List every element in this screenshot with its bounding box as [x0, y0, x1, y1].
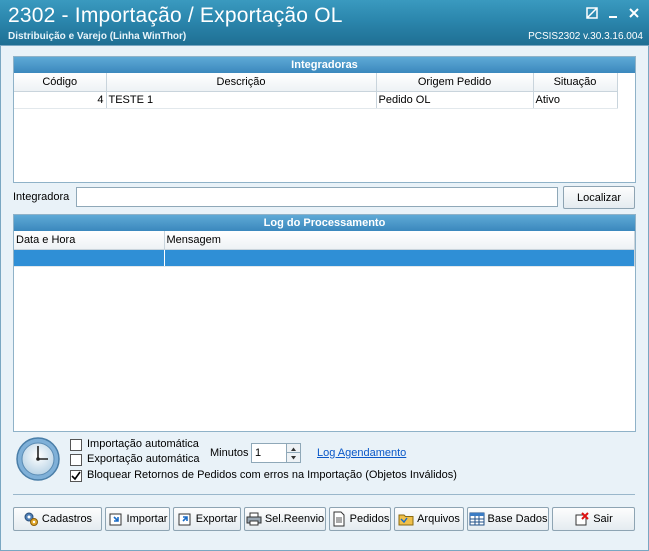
log-group: Log do Processamento Data e Hora Mensage… [13, 214, 636, 432]
pedidos-label: Pedidos [349, 513, 390, 525]
cell-codigo: 4 [14, 91, 107, 109]
importar-button[interactable]: Importar [105, 507, 170, 531]
minutes-value: 1 [255, 447, 262, 459]
export-icon [178, 513, 191, 526]
gears-icon [24, 512, 38, 526]
folder-icon [398, 514, 414, 526]
column-header-mensagem[interactable]: Mensagem [164, 231, 635, 250]
window-subtitle: Distribuição e Varejo (Linha WinThor) [8, 31, 187, 42]
integradora-label: Integradora [13, 191, 70, 203]
integradoras-group: Integradoras Código Descrição Origem Ped… [13, 56, 636, 183]
localizar-button[interactable]: Localizar [563, 186, 635, 209]
minutes-stepper[interactable]: 1 [251, 443, 301, 463]
window-title: 2302 - Importação / Exportação OL [8, 4, 343, 27]
minutes-label: Minutos [210, 447, 249, 459]
version-label: PCSIS2302 v.30.3.16.004 [528, 31, 643, 42]
stepper-down-icon[interactable] [286, 453, 300, 462]
cell-data-hora [14, 249, 165, 267]
log-table[interactable]: Data e Hora Mensagem [14, 231, 635, 267]
cell-mensagem [164, 249, 635, 267]
bottom-toolbar: Cadastros Importar Exportar Sel.Reenvio … [13, 507, 636, 533]
sel-reenvio-label: Sel.Reenvio [264, 513, 325, 525]
column-header-data-hora[interactable]: Data e Hora [14, 231, 165, 250]
exportar-label: Exportar [195, 513, 238, 525]
cell-origem: Pedido OL [376, 91, 534, 109]
importar-label: Importar [126, 513, 168, 525]
integradora-input[interactable] [76, 187, 558, 207]
exportar-button[interactable]: Exportar [173, 507, 241, 531]
cell-descricao: TESTE 1 [106, 91, 377, 109]
sair-button[interactable]: Sair [552, 507, 635, 531]
pedidos-button[interactable]: Pedidos [329, 507, 391, 531]
import-icon [109, 513, 122, 526]
column-header-filler [617, 73, 635, 91]
grid-icon [469, 512, 485, 526]
exit-icon [575, 512, 589, 526]
printer-icon [246, 512, 262, 526]
base-dados-button[interactable]: Base Dados [467, 507, 549, 531]
table-row-selected[interactable] [14, 249, 635, 267]
sel-reenvio-button[interactable]: Sel.Reenvio [244, 507, 326, 531]
document-icon [333, 511, 345, 527]
checkmark-icon [71, 471, 81, 481]
sair-label: Sair [593, 513, 613, 525]
block-returns-label: Bloquear Retornos de Pedidos com erros n… [87, 469, 457, 481]
column-header-situacao[interactable]: Situação [533, 73, 618, 92]
integradoras-table[interactable]: Código Descrição Origem Pedido Situação … [14, 73, 635, 109]
stepper-up-icon[interactable] [286, 444, 300, 453]
cadastros-button[interactable]: Cadastros [13, 507, 102, 531]
base-dados-label: Base Dados [487, 513, 548, 525]
restore-icon[interactable] [584, 7, 600, 23]
column-header-codigo[interactable]: Código [14, 73, 107, 92]
toolbar-divider [13, 494, 635, 495]
cell-situacao: Ativo [533, 91, 618, 109]
cell-filler [617, 91, 635, 108]
import-auto-checkbox[interactable] [70, 439, 82, 451]
export-auto-checkbox[interactable] [70, 454, 82, 466]
cadastros-label: Cadastros [41, 513, 93, 525]
window-titlebar: 2302 - Importação / Exportação OL Distri… [0, 0, 649, 45]
block-returns-checkbox[interactable] [70, 470, 82, 482]
column-header-origem[interactable]: Origem Pedido [376, 73, 534, 92]
minimize-icon[interactable] [605, 7, 621, 23]
log-agendamento-link[interactable]: Log Agendamento [317, 447, 406, 459]
arquivos-button[interactable]: Arquivos [394, 507, 464, 531]
table-row[interactable]: 4 TESTE 1 Pedido OL Ativo [14, 91, 635, 109]
column-header-descricao[interactable]: Descrição [106, 73, 377, 92]
arquivos-label: Arquivos [417, 513, 460, 525]
export-auto-label: Exportação automática [87, 453, 200, 465]
integradoras-header: Integradoras [14, 57, 635, 73]
import-auto-label: Importação automática [87, 438, 199, 450]
log-header: Log do Processamento [14, 215, 635, 231]
close-icon[interactable] [626, 7, 642, 23]
clock-icon [15, 436, 61, 482]
